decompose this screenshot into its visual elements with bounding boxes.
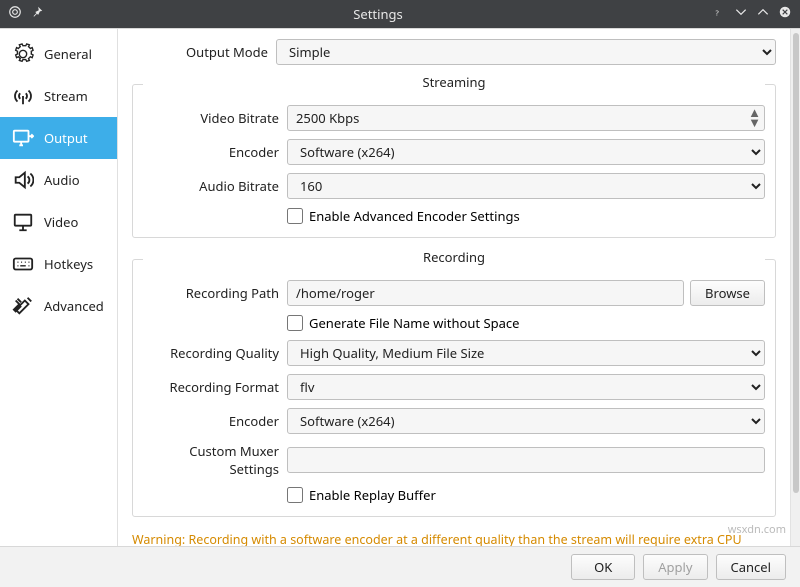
content-pane: Output Mode Simple Streaming Video Bitra… (118, 29, 790, 546)
filename-nospace-label: Generate File Name without Space (309, 314, 519, 332)
recording-encoder-select[interactable]: Software (x264) (287, 408, 765, 434)
cancel-button[interactable]: Cancel (716, 554, 786, 580)
window-title: Settings (44, 5, 712, 23)
sidebar-item-hotkeys[interactable]: Hotkeys (0, 243, 117, 285)
titlebar: Settings ? (0, 0, 800, 28)
sidebar-item-label: Hotkeys (44, 255, 93, 273)
tools-icon (12, 295, 34, 317)
recording-encoder-label: Encoder (143, 412, 287, 430)
streaming-legend: Streaming (143, 73, 765, 95)
video-bitrate-label: Video Bitrate (143, 109, 287, 127)
output-mode-label: Output Mode (132, 43, 276, 61)
warning-text: Warning: Recording with a software encod… (132, 527, 776, 546)
speaker-icon (12, 169, 34, 191)
advanced-encoder-checkbox[interactable] (287, 208, 303, 224)
filename-nospace-checkbox[interactable] (287, 315, 303, 331)
output-mode-select[interactable]: Simple (276, 39, 776, 65)
spin-buttons[interactable]: ▲▼ (748, 107, 761, 127)
ok-button[interactable]: OK (571, 554, 635, 580)
sidebar-item-label: General (44, 45, 92, 63)
stream-encoder-select[interactable]: Software (x264) (287, 139, 765, 165)
sidebar-item-label: Video (44, 213, 78, 231)
scrollbar-thumb[interactable] (793, 33, 799, 493)
streaming-group: Streaming Video Bitrate ▲▼ Encoder Softw… (132, 73, 776, 238)
video-bitrate-input[interactable] (287, 105, 765, 131)
recording-legend: Recording (143, 248, 765, 270)
sidebar-item-advanced[interactable]: Advanced (0, 285, 117, 327)
sidebar-item-stream[interactable]: Stream (0, 75, 117, 117)
sidebar-item-video[interactable]: Video (0, 201, 117, 243)
sidebar-item-label: Output (44, 129, 88, 147)
sidebar-item-audio[interactable]: Audio (0, 159, 117, 201)
recording-quality-select[interactable]: High Quality, Medium File Size (287, 340, 765, 366)
muxer-label: Custom Muxer Settings (143, 442, 287, 478)
stream-encoder-label: Encoder (143, 143, 287, 161)
recording-path-input[interactable] (287, 280, 684, 306)
browse-button[interactable]: Browse (690, 280, 765, 306)
vertical-scrollbar[interactable] (790, 29, 800, 546)
recording-group: Recording Recording Path Browse Generate… (132, 248, 776, 517)
monitor-icon (12, 211, 34, 233)
recording-format-label: Recording Format (143, 378, 287, 396)
minimize-icon[interactable] (734, 5, 748, 23)
recording-path-label: Recording Path (143, 284, 287, 302)
sidebar-item-label: Stream (44, 87, 88, 105)
pin-icon[interactable] (30, 5, 44, 23)
sidebar-item-label: Audio (44, 171, 80, 189)
svg-text:?: ? (716, 9, 720, 19)
recording-quality-label: Recording Quality (143, 344, 287, 362)
gear-icon (12, 43, 34, 65)
keyboard-icon (12, 253, 34, 275)
close-icon[interactable] (778, 5, 792, 23)
audio-bitrate-select[interactable]: 160 (287, 173, 765, 199)
dialog-footer: OK Apply Cancel (0, 546, 800, 587)
audio-bitrate-label: Audio Bitrate (143, 177, 287, 195)
sidebar: General Stream Output Audio Video Hotkey… (0, 29, 118, 546)
recording-format-select[interactable]: flv (287, 374, 765, 400)
maximize-icon[interactable] (756, 5, 770, 23)
replay-buffer-label: Enable Replay Buffer (309, 486, 436, 504)
monitor-out-icon (12, 127, 34, 149)
help-icon[interactable]: ? (712, 5, 726, 23)
muxer-input[interactable] (287, 447, 765, 473)
sidebar-item-output[interactable]: Output (0, 117, 117, 159)
apply-button[interactable]: Apply (643, 554, 707, 580)
replay-buffer-checkbox[interactable] (287, 487, 303, 503)
sidebar-item-label: Advanced (44, 297, 104, 315)
sidebar-item-general[interactable]: General (0, 33, 117, 75)
antenna-icon (12, 85, 34, 107)
app-icon (8, 5, 22, 23)
advanced-encoder-checkbox-label: Enable Advanced Encoder Settings (309, 207, 520, 225)
